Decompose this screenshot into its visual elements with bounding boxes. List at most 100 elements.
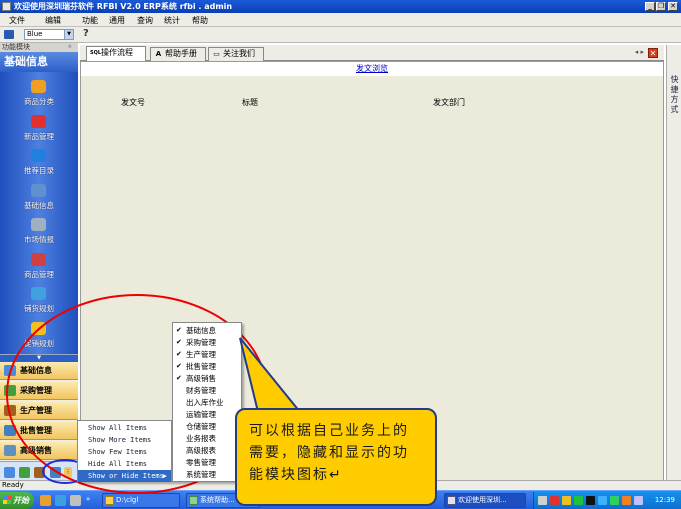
shortcut-label[interactable]: 快捷方式 [669,75,680,115]
task-label: 系统帮助... [200,496,235,504]
tray-icon[interactable] [574,496,583,505]
menu-general[interactable]: 通用 [109,15,125,26]
module-overflow-icon[interactable] [19,467,30,478]
theme-select[interactable]: Blue ▼ [24,29,74,40]
module-panel-header: 功能模块 ᛜ [0,43,78,52]
tray-icon[interactable] [610,496,619,505]
submenu-item[interactable]: 系统管理 [173,469,241,481]
menu-edit[interactable]: 编辑 [45,15,61,26]
menu-bar: 文件 编辑 功能 通用 查询 统计 帮助 [0,13,681,27]
tab-follow-us[interactable]: ▭ 关注我们 [208,47,264,61]
submenu-item[interactable]: 财务管理 [173,385,241,397]
module-item-label: 新品管理 [24,131,54,141]
callout-note: 可以根据自己业务上的需要，隐藏和显示的功能模块图标↵ [235,408,437,506]
tab-help-manual[interactable]: A 帮助手册 [150,47,206,61]
close-tab-icon[interactable]: ✕ [648,48,658,58]
distribution-icon [31,287,46,300]
callout-text: 可以根据自己业务上的需要，隐藏和显示的功能模块图标↵ [249,423,409,483]
submenu-item[interactable]: 业务报表 [173,433,241,445]
column-header-title: 标题 [242,98,258,107]
new-product-icon [31,114,46,128]
module-item-catalog[interactable]: 推荐目录 [0,147,78,181]
submenu-item[interactable]: ✔ 高级销售 [173,373,241,385]
menu-item-show-few[interactable]: Show Few Items [78,446,171,458]
theme-icon[interactable] [4,30,14,39]
theme-select-value: Blue [27,30,43,38]
menu-function[interactable]: 功能 [82,15,98,26]
submenu-item[interactable]: 零售管理 [173,457,241,469]
tab-scroll-arrows[interactable]: ◂ ▸ [635,48,644,56]
folder-icon [105,496,114,505]
advanced-sales-icon [4,445,16,456]
market-intel-icon [31,218,46,231]
submenu-item-label: 运输管理 [186,410,216,419]
module-item-label: 推荐目录 [24,166,54,175]
tab-workflow[interactable]: SQL 操作流程 [86,46,146,61]
chevron-down-icon[interactable]: ▼ [64,30,73,39]
quicklaunch-icon[interactable] [55,495,66,506]
tray-icon[interactable] [598,496,607,505]
module-item-new-product[interactable]: 新品管理 [0,113,78,147]
submenu-item-label: 零售管理 [186,458,216,467]
menu-item-show-or-hide[interactable]: Show or Hide Items ▶ [78,470,171,482]
menu-file[interactable]: 文件 [9,15,25,26]
menu-item-label: Hide All Items [88,460,148,468]
tray-icon[interactable] [538,496,547,505]
menu-item-show-more[interactable]: Show More Items [78,434,171,446]
submenu-item[interactable]: 运输管理 [173,409,241,421]
clock: 12:39 [654,496,675,504]
catalog-icon [31,149,46,162]
pin-icon[interactable]: ᛜ [68,43,72,52]
menu-item-hide-all[interactable]: Hide All Items [78,458,171,470]
submenu-item-label: 生产管理 [186,350,216,359]
menu-stats[interactable]: 统计 [164,15,180,26]
basic-info-icon [31,183,46,197]
quicklaunch-icon[interactable] [40,495,51,506]
submenu-item[interactable]: ✔ 基础信息 [173,325,241,337]
submenu-item[interactable]: ✔ 批售管理 [173,361,241,373]
restore-button[interactable]: ❐ [656,2,666,11]
tray-icon[interactable] [550,496,559,505]
erp-window-icon [447,496,456,505]
menu-item-label: Show All Items [88,424,148,432]
status-text: Ready [2,481,24,489]
tray-icon[interactable] [562,496,571,505]
quicklaunch-icon[interactable] [70,495,81,506]
sql-icon: SQL [90,50,102,56]
module-panel-title: 基础信息 [0,52,78,72]
submenu-item[interactable]: 出入库作业 [173,397,241,409]
module-item-category[interactable]: 商品分类 [0,78,78,112]
module-overflow-icon[interactable] [4,467,15,478]
tab-label: 操作流程 [101,48,133,57]
module-item-market-intel[interactable]: 市场情报 [0,216,78,250]
close-button[interactable]: ✕ [668,2,678,11]
module-item-basic-info[interactable]: 基础信息 [0,182,78,216]
minimize-button[interactable]: _ [645,2,655,11]
submenu-item[interactable]: 仓储管理 [173,421,241,433]
browse-documents-link[interactable]: 发文浏览 [356,64,388,73]
task-erp[interactable]: 欢迎使用深圳... [444,493,526,508]
submenu-item[interactable]: ✔ 生产管理 [173,349,241,361]
menu-help[interactable]: 帮助 [192,15,208,26]
tray-icon[interactable] [622,496,631,505]
shortcut-strip: 快捷方式 [666,45,681,485]
check-icon: ✔ [176,374,182,382]
screen: 欢迎使用深圳瑞芬软件 RFBI V2.0 ERP系统 rfbi . admin … [0,0,681,509]
quicklaunch-expand-icon[interactable]: » [86,495,90,503]
check-icon: ✔ [176,350,182,358]
task-folder[interactable]: D:\clgl [102,493,180,508]
submenu-item-label: 财务管理 [186,386,216,395]
menu-item-show-all[interactable]: Show All Items [78,422,171,434]
module-item-product-mgmt[interactable]: 商品管理 [0,251,78,285]
submenu-item[interactable]: 高级报表 [173,445,241,457]
column-header-doc-number: 发文号 [121,98,145,107]
help-icon[interactable]: ? [83,28,89,39]
tray-icon[interactable] [586,496,595,505]
tab-strip: SQL 操作流程 A 帮助手册 ▭ 关注我们 ◂ ▸ ✕ [80,45,664,61]
submenu-item[interactable]: ✔ 采购管理 [173,337,241,349]
start-button[interactable]: 开始 [0,492,34,509]
volume-icon[interactable] [634,496,643,505]
submenu-item-label: 高级报表 [186,446,216,455]
submenu-item-label: 系统管理 [186,470,216,479]
menu-query[interactable]: 查询 [137,15,153,26]
